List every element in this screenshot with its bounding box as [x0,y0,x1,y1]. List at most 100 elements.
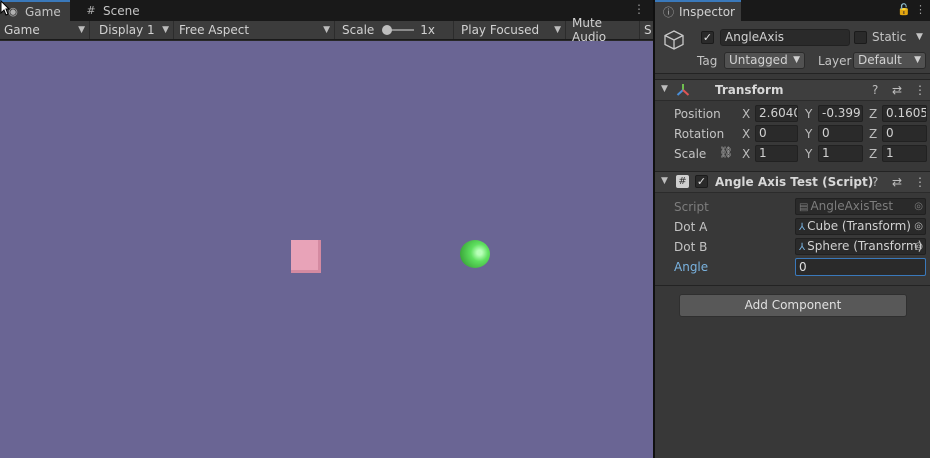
tab-inspector-label: Inspector [679,4,735,19]
mode-dropdown[interactable]: Game ▼ [0,21,90,39]
axis-y-label: Y [805,107,813,121]
scale-value: 1x [420,23,436,37]
chevron-down-icon: ▼ [914,55,921,65]
axis-z-label: Z [869,107,878,121]
transform-title: Transform [715,83,784,97]
chevron-down-icon: ▼ [793,55,800,65]
preset-sliders-icon[interactable]: ⇄ [892,175,902,189]
gameobject-header: ✓ AngleAxis Static ▼ Tag Untagged ▼ Laye… [655,21,930,74]
tab-inspector[interactable]: ⓘ Inspector [655,0,741,21]
script-field: ▤ AngleAxisTest ◎ [795,198,926,215]
dot-a-field[interactable]: ⅄ Cube (Transform) ◎ [795,218,926,235]
cube-object [291,240,321,273]
script-component-title: Angle Axis Test (Script) [715,175,874,189]
scale-slider[interactable]: Scale 1x [338,21,454,39]
tab-game[interactable]: ◉ Game [0,0,70,21]
transform-icon [676,84,690,96]
axis-y-label: Y [805,127,813,141]
scale-z-field[interactable]: 1 [882,145,927,162]
script-value: AngleAxisTest [810,199,894,213]
script-label: Script [674,200,709,214]
scale-slider-track[interactable] [382,25,415,35]
position-z-field[interactable]: 0.1605 [882,105,927,122]
layer-dropdown[interactable]: Default ▼ [853,52,926,69]
add-component-button[interactable]: Add Component [679,294,907,317]
transform-icon: ⅄ [799,242,806,253]
scale-slider-knob[interactable] [382,25,393,35]
component-separator [655,285,930,286]
help-icon[interactable]: ? [872,175,878,189]
position-x-field[interactable]: 2.6040 [755,105,798,122]
game-toolbar: Game ▼ Display 1 ▼ Free Aspect ▼ Scale 1… [0,16,653,44]
preset-sliders-icon[interactable]: ⇄ [892,83,902,97]
axis-x-label: X [742,107,751,121]
play-mode-dropdown[interactable]: Play Focused ▼ [457,21,566,39]
rotation-y-field[interactable]: 0 [818,125,863,142]
tab-scene[interactable]: # Scene [78,0,150,21]
grid-icon: # [86,4,96,17]
script-hash-icon: # [676,175,689,188]
chevron-down-icon: ▼ [323,25,330,35]
axis-x-label: X [742,127,751,141]
axis-z-label: Z [869,147,878,161]
game-viewport[interactable] [0,41,653,458]
axis-z-label: Z [869,127,878,141]
help-icon[interactable]: ? [872,83,878,97]
inspector-tabbar: ⓘ Inspector 🔓 ⋮ [655,0,930,21]
sphere-object [460,240,490,268]
layer-value: Default [858,53,902,67]
scale-x-field[interactable]: 1 [755,145,798,162]
rotation-label: Rotation [674,127,725,141]
object-picker-icon[interactable]: ◎ [914,239,923,254]
object-name-field[interactable]: AngleAxis [720,29,850,46]
transform-header[interactable]: ▼ Transform ? ⇄ ⋮ [655,79,930,101]
static-label: Static [872,30,907,44]
tag-label: Tag [697,54,718,68]
more-options-icon[interactable]: ⋮ [914,175,926,189]
mute-audio-label: Mute Audio [572,16,607,44]
object-picker-icon[interactable]: ◎ [914,219,923,234]
info-icon: ⓘ [663,5,674,19]
stats-toggle[interactable]: S [640,21,653,39]
inspector-panel: ⓘ Inspector 🔓 ⋮ ✓ AngleAxis Static ▼ Tag… [655,0,930,458]
static-checkbox[interactable] [854,31,867,44]
chevron-down-icon[interactable]: ▼ [916,32,923,42]
more-options-icon[interactable]: ⋮ [633,2,645,16]
foldout-arrow-icon[interactable]: ▼ [661,84,668,94]
foldout-arrow-icon[interactable]: ▼ [661,176,668,186]
more-options-icon[interactable]: ⋮ [914,83,926,97]
stats-label: S [644,23,652,37]
aspect-dropdown[interactable]: Free Aspect ▼ [175,21,335,39]
scale-label: Scale [342,23,375,37]
tag-value: Untagged [729,53,788,67]
mode-dropdown-label: Game [4,23,40,37]
active-checkbox[interactable]: ✓ [701,31,714,44]
play-mode-label: Play Focused [461,23,540,37]
script-component-header[interactable]: ▼ # ✓ Angle Axis Test (Script) ? ⇄ ⋮ [655,171,930,193]
mute-audio-toggle[interactable]: Mute Audio [568,16,640,44]
dot-b-field[interactable]: ⅄ Sphere (Transform) ◎ [795,238,926,255]
mouse-cursor-icon [0,0,10,16]
game-tabbar: ◉ Game # Scene ⋮ [0,0,653,21]
chevron-down-icon: ▼ [162,25,169,35]
tag-dropdown[interactable]: Untagged ▼ [724,52,805,69]
lock-icon[interactable]: 🔓 [897,3,911,16]
scale-label: Scale [674,147,707,161]
object-picker-icon: ◎ [914,201,923,212]
aspect-dropdown-label: Free Aspect [179,23,250,37]
scale-y-field[interactable]: 1 [818,145,863,162]
position-y-field[interactable]: -0.399 [818,105,863,122]
angle-field[interactable]: 0 [795,258,926,276]
position-label: Position [674,107,721,121]
constrain-proportions-link-icon[interactable]: ⛓ [719,146,733,159]
display-dropdown[interactable]: Display 1 ▼ [95,21,174,39]
script-enabled-checkbox[interactable]: ✓ [695,175,708,188]
game-panel: ◉ Game # Scene ⋮ Game ▼ Display 1 ▼ Free… [0,0,653,458]
rotation-x-field[interactable]: 0 [755,125,798,142]
chevron-down-icon: ▼ [78,25,85,35]
dot-b-label: Dot B [674,240,708,254]
dot-a-label: Dot A [674,220,708,234]
rotation-z-field[interactable]: 0 [882,125,927,142]
script-file-icon: ▤ [799,202,809,213]
more-options-icon[interactable]: ⋮ [915,3,926,16]
